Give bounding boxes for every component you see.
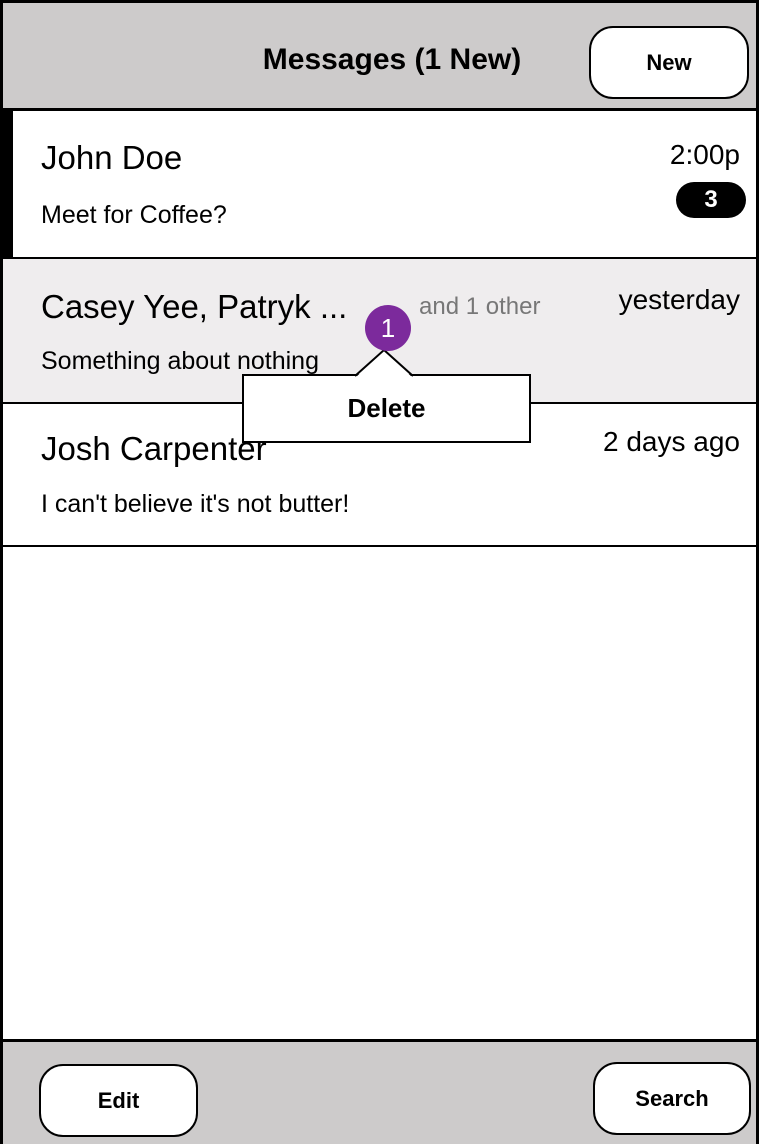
message-preview: I can't believe it's not butter! xyxy=(41,490,350,518)
bottom-toolbar: Edit Search xyxy=(3,1039,756,1144)
edit-button[interactable]: Edit xyxy=(39,1064,198,1137)
sender-name: Josh Carpenter xyxy=(41,430,267,467)
message-time: 2 days ago xyxy=(603,426,740,457)
unread-count-badge: 3 xyxy=(676,182,746,218)
sender-name: John Doe xyxy=(41,139,183,176)
popover-arrow xyxy=(354,348,414,378)
message-time: 2:00p xyxy=(669,139,740,170)
other-participants: and 1 other xyxy=(419,293,541,320)
message-time: yesterday xyxy=(618,284,740,315)
delete-menu-item[interactable]: Delete xyxy=(242,374,531,443)
top-bar: Messages (1 New) New xyxy=(3,0,756,111)
unread-indicator xyxy=(3,111,13,257)
new-message-button[interactable]: New xyxy=(589,26,749,99)
message-preview: Something about nothing xyxy=(41,347,319,375)
message-preview: Meet for Coffee? xyxy=(41,201,227,229)
message-row-john-doe[interactable]: John Doe Meet for Coffee? 2:00p 3 xyxy=(3,111,756,259)
app-window: Messages (1 New) New John Doe Meet for C… xyxy=(0,0,759,1144)
search-button[interactable]: Search xyxy=(593,1062,751,1135)
annotation-marker: 1 xyxy=(365,305,411,351)
sender-name: Casey Yee, Patryk ... xyxy=(41,288,348,325)
